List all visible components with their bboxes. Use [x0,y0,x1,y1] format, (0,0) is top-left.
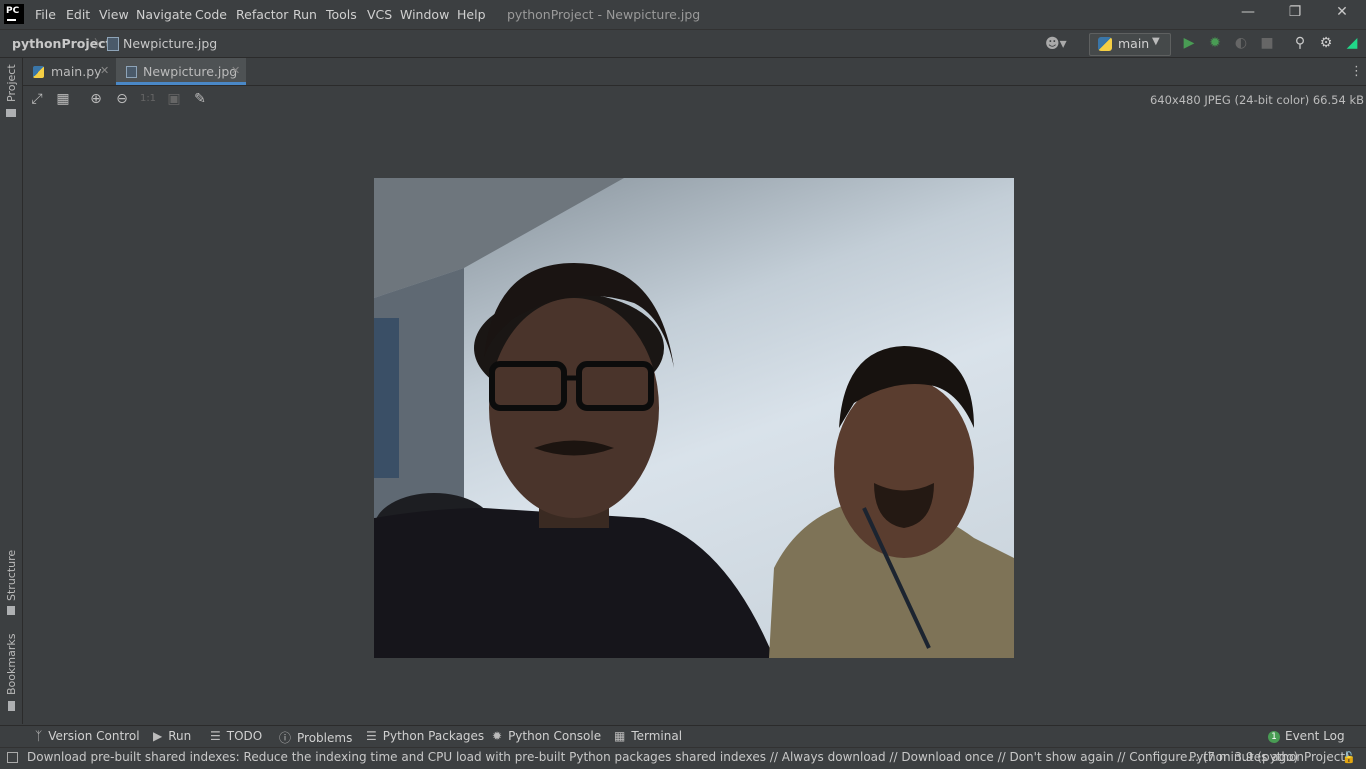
list-icon: ☰ [210,729,221,743]
event-log-tool-button[interactable]: Event Log [1285,729,1345,743]
zoom-in-icon[interactable]: ⊕ [87,90,105,108]
debug-icon[interactable]: ✹ [1207,35,1223,51]
terminal-icon: ▦ [614,729,626,743]
branch-icon: ᛉ [35,729,43,743]
python-packages-label: Python Packages [382,729,485,743]
minimize-icon[interactable]: — [1225,4,1271,24]
python-console-label: Python Console [508,729,602,743]
folder-icon [6,109,16,117]
run-small-icon: ▶ [153,729,163,743]
tab-newpicture-jpg[interactable]: Newpicture.jpg [143,58,237,85]
menu-vcs[interactable]: VCS [367,7,392,22]
photo-image [374,178,1014,658]
menu-code[interactable]: Code [195,7,227,22]
coverage-icon[interactable]: ◐ [1233,35,1249,51]
color-picker-icon[interactable]: ✎ [191,90,209,108]
python-packages-tool-button[interactable]: ☰ Python Packages [366,729,484,743]
status-message[interactable]: Download pre-built shared indexes: Reduc… [27,750,1298,764]
terminal-tool-button[interactable]: ▦ Terminal [614,729,682,743]
menu-help[interactable]: Help [457,7,486,22]
chevron-down-icon: ▼ [1152,36,1160,47]
image-file-icon [107,37,119,51]
interpreter-selector[interactable]: Python 3.9 (pythonProject) [1189,750,1350,764]
menu-navigate[interactable]: Navigate [136,7,192,22]
close-tab-icon[interactable]: ✕ [100,64,109,77]
jetbrains-toolbox-icon[interactable]: ◢ [1344,35,1360,51]
user-account-icon[interactable]: ☻▾ [1045,36,1067,52]
packages-icon: ☰ [366,729,377,743]
structure-tool-button[interactable]: Structure [5,550,18,601]
close-tab-icon[interactable]: ✕ [231,64,240,77]
window-title: pythonProject - Newpicture.jpg [507,7,701,22]
bookmark-icon [8,701,15,711]
fit-to-window-icon[interactable]: ⤢ [28,90,46,108]
breadcrumb-separator-icon: 〉 [94,37,107,51]
stop-icon[interactable]: ■ [1259,35,1275,51]
todo-label: TODO [226,729,263,743]
left-tool-stripe [0,58,23,724]
menu-edit[interactable]: Edit [66,7,90,22]
structure-icon [7,606,15,615]
menu-file[interactable]: File [35,7,56,22]
run-configuration-label: main [1118,36,1150,51]
lock-icon[interactable]: 🔓 [1342,751,1356,764]
tool-window-bar [0,725,1366,748]
search-icon[interactable]: ⚲ [1292,35,1308,51]
problems-tool-button[interactable]: ⓘ Problems [279,729,352,746]
python-file-icon [33,66,44,78]
run-icon[interactable]: ▶ [1181,35,1197,51]
problems-label: Problems [297,731,353,745]
bookmarks-tool-button[interactable]: Bookmarks [5,634,18,695]
todo-tool-button[interactable]: ☰ TODO [210,729,262,743]
active-tab-indicator [116,82,246,85]
image-info: 640x480 JPEG (24-bit color) 66.54 kB [1149,93,1364,107]
toggle-tool-windows-icon[interactable] [7,752,18,763]
image-file-icon [126,66,137,78]
project-tool-button[interactable]: Project [5,64,18,102]
breadcrumb-file[interactable]: Newpicture.jpg [123,36,217,51]
tab-main-py[interactable]: main.py [51,58,102,85]
problems-icon: ⓘ [279,731,292,745]
run-tool-button[interactable]: ▶ Run [153,729,191,743]
menu-tools[interactable]: Tools [326,7,357,22]
background-icon[interactable]: ▣ [165,90,183,108]
menu-window[interactable]: Window [400,7,449,22]
gear-icon[interactable]: ⚙ [1318,35,1334,51]
menu-refactor[interactable]: Refactor [236,7,288,22]
python-icon [1098,37,1112,51]
console-icon: ✹ [492,729,503,743]
pycharm-logo-icon: PC [4,4,24,24]
grid-icon[interactable]: ▦ [54,90,72,108]
version-control-label: Version Control [48,729,140,743]
zoom-out-icon[interactable]: ⊖ [113,90,131,108]
python-console-tool-button[interactable]: ✹ Python Console [492,729,601,743]
restore-icon[interactable]: ❐ [1272,4,1318,24]
event-log-badge: 1 [1268,731,1280,743]
version-control-tool-button[interactable]: ᛉ Version Control [35,729,140,743]
more-options-icon[interactable]: ⋮ [1350,64,1363,79]
close-icon[interactable]: ✕ [1319,4,1365,24]
menu-view[interactable]: View [99,7,129,22]
terminal-label: Terminal [631,729,683,743]
run-label: Run [168,729,192,743]
menu-run[interactable]: Run [293,7,317,22]
actual-size-button[interactable]: 1:1 [139,90,157,108]
